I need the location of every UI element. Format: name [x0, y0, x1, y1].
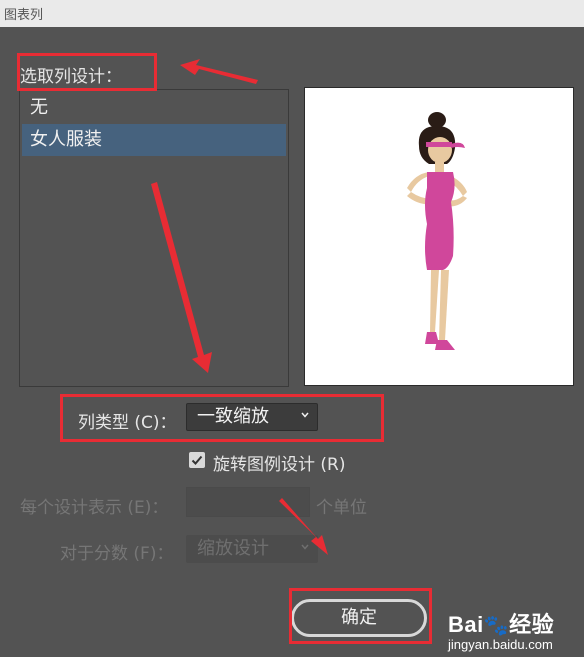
baidu-url: jingyan.baidu.com [448, 637, 553, 652]
arrow-to-ok-button [279, 498, 328, 555]
arrow-to-design-label [180, 59, 258, 84]
annotation-arrows [151, 59, 328, 555]
baidu-logo: Bai🐾经验 [448, 612, 555, 637]
baidu-watermark: Bai🐾经验 jingyan.baidu.com [448, 607, 554, 652]
graph-column-dialog: 选取列设计： 无 女人服装 列类型 (C)： 一致缩放 旋转图例设计 (R) 每… [0, 27, 584, 657]
window-title: 图表列 [4, 8, 44, 23]
window-titlebar: 图表列 [0, 0, 584, 27]
arrow-to-column-type [151, 182, 212, 373]
